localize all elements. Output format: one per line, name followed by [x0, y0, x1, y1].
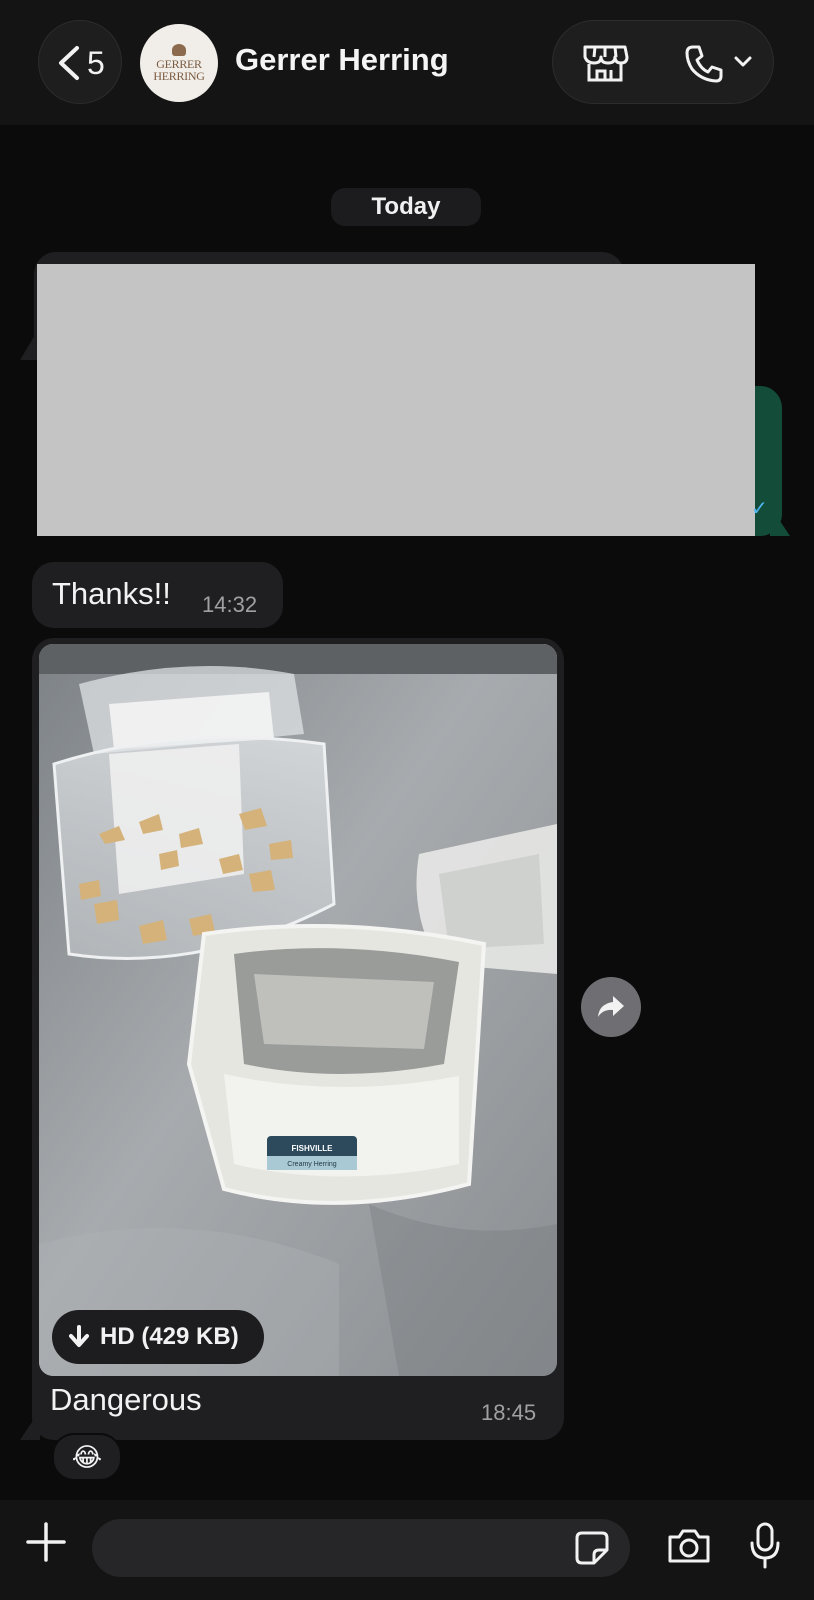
- bubble-tail: [20, 1410, 40, 1440]
- reaction-emoji[interactable]: 😂: [52, 1433, 122, 1481]
- camera-icon[interactable]: [666, 1527, 712, 1565]
- contact-name[interactable]: Gerrer Herring: [235, 42, 449, 78]
- message-bubble-thanks[interactable]: Thanks!! 14:32: [32, 562, 283, 628]
- date-chip: Today: [331, 188, 481, 226]
- photo-attachment[interactable]: FISHVILLE Creamy Herring HD (429 KB): [39, 644, 557, 1376]
- message-time: 14:32: [202, 592, 258, 617]
- redaction-overlay: [37, 264, 755, 536]
- hd-download-button[interactable]: HD (429 KB): [52, 1310, 264, 1364]
- message-time: 18:45: [481, 1400, 537, 1425]
- chat-header: 5 GERRER HERRING Gerrer Herring: [0, 0, 814, 125]
- photo-label-brand: FISHVILLE: [292, 1144, 334, 1153]
- chevron-left-icon: [59, 46, 79, 80]
- sticker-icon[interactable]: [574, 1530, 610, 1566]
- photo-label-product: Creamy Herring: [287, 1161, 337, 1168]
- back-button[interactable]: 5: [38, 20, 122, 104]
- chevron-down-icon[interactable]: [733, 55, 753, 69]
- storefront-icon[interactable]: [581, 43, 629, 83]
- avatar[interactable]: GERRER HERRING: [140, 24, 218, 102]
- plus-icon[interactable]: [24, 1520, 68, 1564]
- header-actions: [552, 20, 774, 104]
- image-caption: Dangerous: [50, 1382, 202, 1417]
- bubble-tail: [770, 506, 790, 536]
- forward-button[interactable]: [581, 977, 641, 1037]
- phone-icon[interactable]: [683, 43, 725, 85]
- composer-bar: [0, 1500, 814, 1600]
- photo-image: FISHVILLE Creamy Herring: [39, 644, 557, 1376]
- message-input[interactable]: [92, 1519, 630, 1577]
- forward-arrow-icon: [598, 996, 624, 1017]
- microphone-icon[interactable]: [748, 1521, 782, 1571]
- unread-count: 5: [87, 45, 105, 81]
- message-bubble-image[interactable]: FISHVILLE Creamy Herring HD (429 KB) Dan…: [32, 638, 564, 1440]
- logo-mark-icon: [172, 44, 186, 56]
- bubble-tail: [20, 330, 38, 360]
- hd-label: HD (429 KB): [100, 1323, 239, 1350]
- message-text: Thanks!!: [52, 576, 171, 611]
- download-arrow-icon: [69, 1325, 89, 1347]
- logo-text-line2: HERRING: [153, 69, 205, 83]
- read-receipt-icon: ✓: [751, 498, 768, 520]
